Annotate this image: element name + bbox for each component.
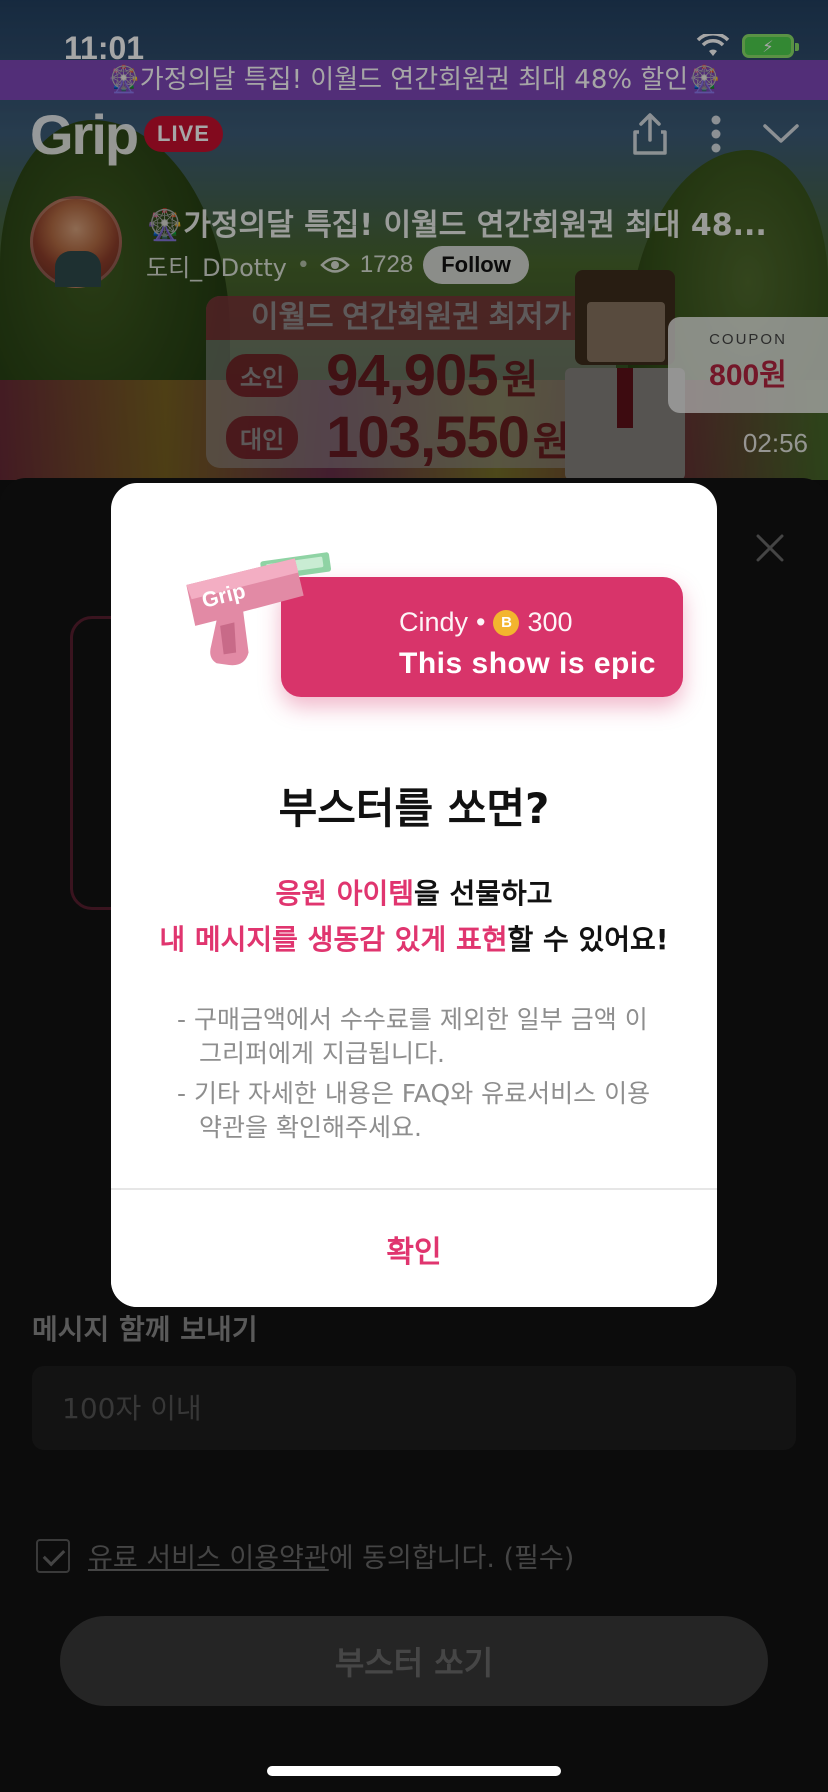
confirm-button[interactable]: 확인 [111,1190,717,1307]
modal-title: 부스터를 쏘면? [278,784,550,833]
home-indicator[interactable] [267,1766,561,1776]
bubble-meta: Cindy • B 300 [399,607,573,638]
note-item: - 구매금액에서 수수료를 제외한 일부 금액 이 그리퍼에게 지급됩니다. [177,1005,648,1068]
lead-text: 할 수 있어요! [507,923,669,956]
bubble-amount: 300 [527,607,573,637]
chat-bubble-preview: Cindy • B 300 This show is epic [281,577,683,697]
lead-text: 을 선물하고 [414,877,553,910]
note-item: - 기타 자세한 내용은 FAQ와 유료서비스 이용약관을 확인해주세요. [177,1079,651,1142]
booster-illustration: Cindy • B 300 This show is epic Grip [181,537,683,697]
modal-lead: 응원 아이템을 선물하고 내 메시지를 생동감 있게 표현할 수 있어요! [111,871,717,963]
money-gun-icon: Grip [186,552,332,666]
bubble-user: Cindy [399,607,469,637]
lead-highlight: 응원 아이템 [275,877,414,910]
bubble-separator: • [476,607,486,637]
lead-highlight: 내 메시지를 생동감 있게 표현 [159,923,508,956]
modal-notes: - 구매금액에서 수수료를 제외한 일부 금액 이 그리퍼에게 지급됩니다. -… [177,1003,657,1151]
booster-info-modal: Cindy • B 300 This show is epic Grip 부스터… [111,483,717,1307]
coin-icon: B [493,609,520,636]
bubble-message: This show is epic [399,647,656,680]
